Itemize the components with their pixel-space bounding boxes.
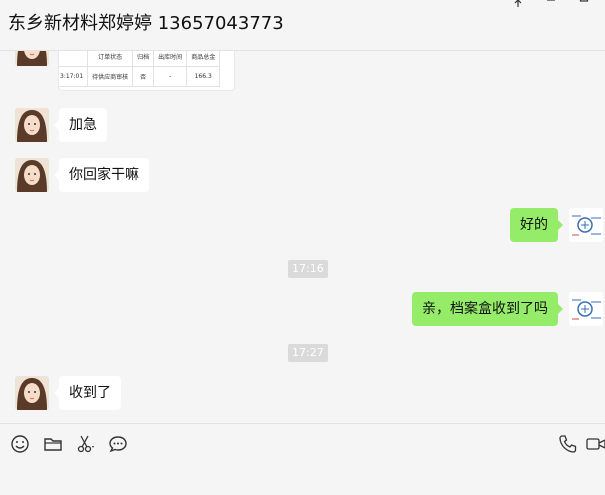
scissors-icon[interactable]: [76, 434, 96, 454]
chat-title: 东乡新材料郑婷婷 13657043773: [8, 13, 284, 34]
order-card[interactable]: 订单状态 归档 出库时间 商品总金 3:17:01 待供应商审核 否 - 166…: [58, 51, 235, 91]
order-cell: -: [153, 66, 188, 87]
order-header: 订单状态: [87, 51, 134, 67]
order-cell: 3:17:01: [59, 66, 89, 87]
my-avatar[interactable]: [569, 292, 603, 326]
chat-bubble-icon[interactable]: [108, 434, 128, 454]
title-bar: 东乡新材料郑婷婷 13657043773: [0, 0, 605, 51]
order-header: 商品总金: [186, 51, 221, 67]
order-data-row: 3:17:01 待供应商审核 否 - 166.3: [59, 66, 221, 87]
order-cell: 否: [132, 66, 155, 87]
order-cell: 待供应商审核: [87, 66, 134, 87]
order-header-row: 订单状态 归档 出库时间 商品总金: [59, 51, 221, 67]
order-header: 归档: [132, 51, 155, 67]
order-cell: [59, 51, 89, 67]
message-bubble-incoming[interactable]: 你回家干嘛: [54, 158, 149, 192]
message-bubble-incoming[interactable]: 收到了: [54, 376, 121, 410]
order-cell: 166.3: [186, 66, 221, 87]
message-list[interactable]: 订单状态 归档 出库时间 商品总金 3:17:01 待供应商审核 否 - 166…: [0, 51, 605, 423]
emoji-icon[interactable]: [10, 434, 30, 454]
order-header: 出库时间: [153, 51, 188, 67]
message-bubble-outgoing[interactable]: 好的: [510, 208, 563, 242]
message-bubble-incoming[interactable]: 加急: [54, 108, 107, 142]
input-toolbar: [0, 423, 605, 495]
contact-avatar[interactable]: [15, 376, 49, 410]
timestamp: 17:16: [288, 260, 328, 278]
contact-avatar[interactable]: [15, 108, 49, 142]
folder-icon[interactable]: [43, 434, 63, 454]
phone-icon[interactable]: [558, 434, 578, 454]
video-icon[interactable]: [586, 434, 605, 454]
minimize-icon[interactable]: [544, 0, 558, 10]
maximize-icon[interactable]: [577, 0, 591, 10]
order-table: 订单状态 归档 出库时间 商品总金 3:17:01 待供应商审核 否 - 166…: [59, 51, 221, 87]
contact-avatar[interactable]: [15, 51, 49, 66]
contact-avatar[interactable]: [15, 158, 49, 192]
timestamp: 17:27: [288, 344, 328, 362]
pin-icon[interactable]: [511, 0, 525, 10]
message-bubble-outgoing[interactable]: 亲，档案盒收到了吗: [412, 292, 563, 326]
my-avatar[interactable]: [569, 208, 603, 242]
